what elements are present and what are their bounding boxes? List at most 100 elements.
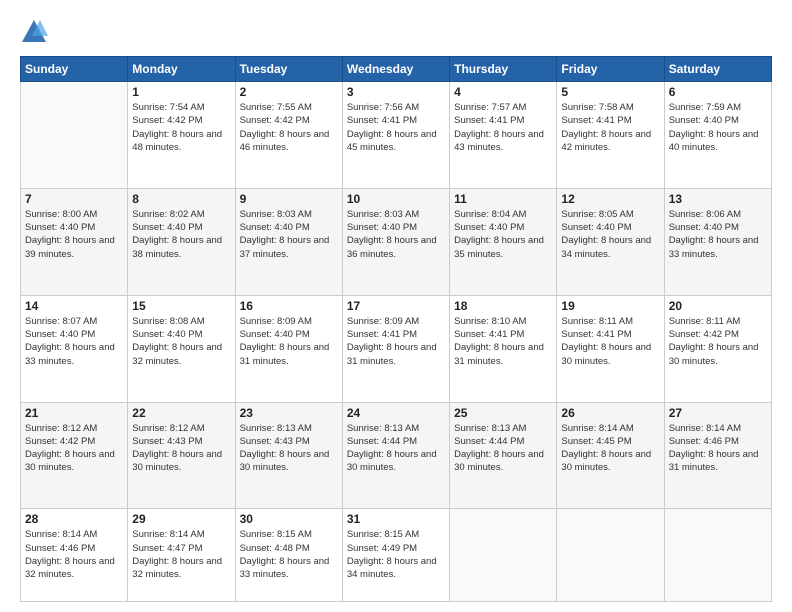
- cell-info: Sunrise: 8:13 AMSunset: 4:44 PMDaylight:…: [454, 422, 552, 475]
- calendar-cell: 11 Sunrise: 8:04 AMSunset: 4:40 PMDayligh…: [450, 188, 557, 295]
- calendar-cell: [664, 509, 771, 602]
- day-number: 18: [454, 299, 552, 313]
- logo: [20, 18, 52, 46]
- cell-info: Sunrise: 7:59 AMSunset: 4:40 PMDaylight:…: [669, 101, 767, 154]
- day-number: 4: [454, 85, 552, 99]
- calendar-cell: 17 Sunrise: 8:09 AMSunset: 4:41 PMDayligh…: [342, 295, 449, 402]
- calendar-cell: 10 Sunrise: 8:03 AMSunset: 4:40 PMDayligh…: [342, 188, 449, 295]
- weekday-header-sunday: Sunday: [21, 57, 128, 82]
- weekday-header-saturday: Saturday: [664, 57, 771, 82]
- day-number: 9: [240, 192, 338, 206]
- cell-info: Sunrise: 7:58 AMSunset: 4:41 PMDaylight:…: [561, 101, 659, 154]
- cell-info: Sunrise: 7:55 AMSunset: 4:42 PMDaylight:…: [240, 101, 338, 154]
- day-number: 5: [561, 85, 659, 99]
- calendar-cell: 30 Sunrise: 8:15 AMSunset: 4:48 PMDayligh…: [235, 509, 342, 602]
- cell-info: Sunrise: 8:09 AMSunset: 4:40 PMDaylight:…: [240, 315, 338, 368]
- calendar-cell: 12 Sunrise: 8:05 AMSunset: 4:40 PMDayligh…: [557, 188, 664, 295]
- weekday-header-monday: Monday: [128, 57, 235, 82]
- calendar-cell: 5 Sunrise: 7:58 AMSunset: 4:41 PMDaylight…: [557, 82, 664, 189]
- cell-info: Sunrise: 8:12 AMSunset: 4:43 PMDaylight:…: [132, 422, 230, 475]
- day-number: 20: [669, 299, 767, 313]
- calendar-week-row: 1 Sunrise: 7:54 AMSunset: 4:42 PMDaylight…: [21, 82, 772, 189]
- cell-info: Sunrise: 7:54 AMSunset: 4:42 PMDaylight:…: [132, 101, 230, 154]
- calendar-cell: 14 Sunrise: 8:07 AMSunset: 4:40 PMDayligh…: [21, 295, 128, 402]
- day-number: 24: [347, 406, 445, 420]
- day-number: 31: [347, 512, 445, 526]
- calendar-cell: [21, 82, 128, 189]
- cell-info: Sunrise: 8:14 AMSunset: 4:47 PMDaylight:…: [132, 528, 230, 581]
- day-number: 30: [240, 512, 338, 526]
- calendar-cell: 21 Sunrise: 8:12 AMSunset: 4:42 PMDayligh…: [21, 402, 128, 509]
- day-number: 7: [25, 192, 123, 206]
- calendar-cell: 13 Sunrise: 8:06 AMSunset: 4:40 PMDayligh…: [664, 188, 771, 295]
- day-number: 21: [25, 406, 123, 420]
- cell-info: Sunrise: 8:06 AMSunset: 4:40 PMDaylight:…: [669, 208, 767, 261]
- calendar-cell: 24Sunrise: 8:13 AMSunset: 4:44 PMDayligh…: [342, 402, 449, 509]
- day-number: 1: [132, 85, 230, 99]
- day-number: 25: [454, 406, 552, 420]
- day-number: 6: [669, 85, 767, 99]
- cell-info: Sunrise: 8:10 AMSunset: 4:41 PMDaylight:…: [454, 315, 552, 368]
- calendar-cell: 27 Sunrise: 8:14 AMSunset: 4:46 PMDayligh…: [664, 402, 771, 509]
- day-number: 12: [561, 192, 659, 206]
- calendar-week-row: 7 Sunrise: 8:00 AMSunset: 4:40 PMDaylight…: [21, 188, 772, 295]
- calendar-week-row: 14 Sunrise: 8:07 AMSunset: 4:40 PMDayligh…: [21, 295, 772, 402]
- calendar-cell: 22 Sunrise: 8:12 AMSunset: 4:43 PMDayligh…: [128, 402, 235, 509]
- page: SundayMondayTuesdayWednesdayThursdayFrid…: [0, 0, 792, 612]
- calendar-cell: 25 Sunrise: 8:13 AMSunset: 4:44 PMDayligh…: [450, 402, 557, 509]
- cell-info: Sunrise: 8:12 AMSunset: 4:42 PMDaylight:…: [25, 422, 123, 475]
- day-number: 26: [561, 406, 659, 420]
- calendar-body: 1 Sunrise: 7:54 AMSunset: 4:42 PMDaylight…: [21, 82, 772, 602]
- cell-info: Sunrise: 8:15 AMSunset: 4:48 PMDaylight:…: [240, 528, 338, 581]
- calendar-cell: 1 Sunrise: 7:54 AMSunset: 4:42 PMDaylight…: [128, 82, 235, 189]
- day-number: 3: [347, 85, 445, 99]
- calendar-cell: 3 Sunrise: 7:56 AMSunset: 4:41 PMDaylight…: [342, 82, 449, 189]
- cell-info: Sunrise: 8:03 AMSunset: 4:40 PMDaylight:…: [240, 208, 338, 261]
- cell-info: Sunrise: 8:00 AMSunset: 4:40 PMDaylight:…: [25, 208, 123, 261]
- calendar-cell: [557, 509, 664, 602]
- calendar-cell: 2 Sunrise: 7:55 AMSunset: 4:42 PMDaylight…: [235, 82, 342, 189]
- cell-info: Sunrise: 8:05 AMSunset: 4:40 PMDaylight:…: [561, 208, 659, 261]
- calendar-header: SundayMondayTuesdayWednesdayThursdayFrid…: [21, 57, 772, 82]
- calendar-cell: 9 Sunrise: 8:03 AMSunset: 4:40 PMDaylight…: [235, 188, 342, 295]
- cell-info: Sunrise: 8:07 AMSunset: 4:40 PMDaylight:…: [25, 315, 123, 368]
- day-number: 19: [561, 299, 659, 313]
- cell-info: Sunrise: 7:56 AMSunset: 4:41 PMDaylight:…: [347, 101, 445, 154]
- cell-info: Sunrise: 8:15 AMSunset: 4:49 PMDaylight:…: [347, 528, 445, 581]
- day-number: 27: [669, 406, 767, 420]
- calendar-cell: [450, 509, 557, 602]
- weekday-header-thursday: Thursday: [450, 57, 557, 82]
- calendar-table: SundayMondayTuesdayWednesdayThursdayFrid…: [20, 56, 772, 602]
- calendar-cell: 16Sunrise: 8:09 AMSunset: 4:40 PMDayligh…: [235, 295, 342, 402]
- calendar-cell: 6 Sunrise: 7:59 AMSunset: 4:40 PMDaylight…: [664, 82, 771, 189]
- day-number: 17: [347, 299, 445, 313]
- day-number: 8: [132, 192, 230, 206]
- day-number: 22: [132, 406, 230, 420]
- header: [20, 18, 772, 46]
- calendar-cell: 19 Sunrise: 8:11 AMSunset: 4:41 PMDayligh…: [557, 295, 664, 402]
- day-number: 15: [132, 299, 230, 313]
- day-number: 14: [25, 299, 123, 313]
- weekday-header-wednesday: Wednesday: [342, 57, 449, 82]
- cell-info: Sunrise: 8:14 AMSunset: 4:46 PMDaylight:…: [25, 528, 123, 581]
- cell-info: Sunrise: 8:04 AMSunset: 4:40 PMDaylight:…: [454, 208, 552, 261]
- calendar-week-row: 28 Sunrise: 8:14 AMSunset: 4:46 PMDayligh…: [21, 509, 772, 602]
- day-number: 11: [454, 192, 552, 206]
- calendar-cell: 7 Sunrise: 8:00 AMSunset: 4:40 PMDaylight…: [21, 188, 128, 295]
- day-number: 29: [132, 512, 230, 526]
- weekday-header-friday: Friday: [557, 57, 664, 82]
- calendar-cell: 23Sunrise: 8:13 AMSunset: 4:43 PMDayligh…: [235, 402, 342, 509]
- day-number: 2: [240, 85, 338, 99]
- day-number: 13: [669, 192, 767, 206]
- cell-info: Sunrise: 8:11 AMSunset: 4:41 PMDaylight:…: [561, 315, 659, 368]
- cell-info: Sunrise: 8:14 AMSunset: 4:46 PMDaylight:…: [669, 422, 767, 475]
- cell-info: Sunrise: 8:03 AMSunset: 4:40 PMDaylight:…: [347, 208, 445, 261]
- cell-info: Sunrise: 8:08 AMSunset: 4:40 PMDaylight:…: [132, 315, 230, 368]
- weekday-header-tuesday: Tuesday: [235, 57, 342, 82]
- calendar-cell: 20Sunrise: 8:11 AMSunset: 4:42 PMDayligh…: [664, 295, 771, 402]
- day-number: 28: [25, 512, 123, 526]
- day-number: 10: [347, 192, 445, 206]
- cell-info: Sunrise: 8:09 AMSunset: 4:41 PMDaylight:…: [347, 315, 445, 368]
- calendar-cell: 31 Sunrise: 8:15 AMSunset: 4:49 PMDayligh…: [342, 509, 449, 602]
- cell-info: Sunrise: 8:13 AMSunset: 4:43 PMDaylight:…: [240, 422, 338, 475]
